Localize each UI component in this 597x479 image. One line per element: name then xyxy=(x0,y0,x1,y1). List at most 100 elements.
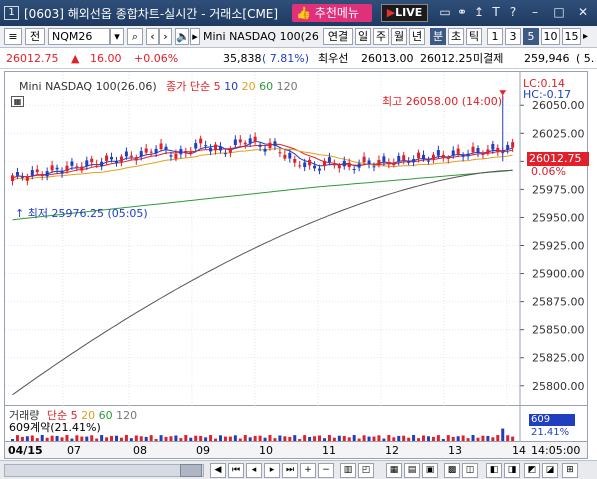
x-label-07: 07 xyxy=(67,444,81,457)
minimize-icon[interactable]: – xyxy=(528,4,542,20)
toolbar-more-icon[interactable]: ▸ xyxy=(583,28,593,45)
candle-body xyxy=(357,163,361,168)
volume-bar xyxy=(476,437,480,441)
fit-icon[interactable]: ◰ xyxy=(358,463,374,478)
high-label: 최고 26058.00 (14:00) xyxy=(382,95,503,108)
volume-bar xyxy=(451,436,455,441)
prev-icon[interactable]: ‹ xyxy=(146,28,159,45)
candle-body xyxy=(159,143,163,150)
period-tick-button[interactable]: 틱 xyxy=(466,28,482,45)
candle-body xyxy=(382,156,386,162)
ma5-line xyxy=(12,140,513,179)
volume-bar xyxy=(387,435,391,441)
prev-page-icon[interactable]: ◂ xyxy=(246,463,262,478)
period-year-button[interactable]: 년 xyxy=(409,28,425,45)
last-page-icon[interactable]: ⏭ xyxy=(282,463,298,478)
first-page-icon[interactable]: ⏮ xyxy=(228,463,244,478)
tool-2-icon[interactable]: ▤ xyxy=(404,463,420,478)
interval-10-button[interactable]: 10 xyxy=(541,28,560,45)
scroll-thumb[interactable] xyxy=(180,464,202,477)
y-tick-label: 25975.00 xyxy=(532,183,585,196)
candle-body xyxy=(332,163,336,166)
period-minute-button[interactable]: 분 xyxy=(430,28,446,45)
price-change-pct: +0.06% xyxy=(134,52,179,65)
candle-body xyxy=(491,143,495,150)
tool-5-icon[interactable]: ◫ xyxy=(462,463,478,478)
tool-6-icon[interactable]: ◧ xyxy=(486,463,502,478)
help-icon[interactable]: ? xyxy=(506,4,520,20)
period-second-button[interactable]: 초 xyxy=(448,28,464,45)
legend-ma60: 60 xyxy=(259,80,274,93)
search-icon[interactable]: ⌕ xyxy=(127,28,143,45)
layout-icon[interactable]: ▥ xyxy=(340,463,356,478)
candle-body xyxy=(352,168,356,170)
candle-body xyxy=(228,148,232,153)
arrow-icon[interactable]: ↥ xyxy=(472,4,486,20)
tool-4-icon[interactable]: ▩ xyxy=(444,463,460,478)
volume-bar xyxy=(55,435,59,441)
live-button[interactable]: ▶LIVE xyxy=(381,4,428,22)
tool-7-icon[interactable]: ◨ xyxy=(504,463,520,478)
volume-bar xyxy=(134,435,138,441)
tool-10-icon[interactable]: ⊞ xyxy=(562,463,578,478)
link-icon[interactable]: ⚭ xyxy=(455,4,469,20)
next-page-icon[interactable]: ▸ xyxy=(264,463,280,478)
period-day-button[interactable]: 일 xyxy=(355,28,371,45)
volume-bar xyxy=(322,438,326,441)
volume-bar xyxy=(20,436,24,441)
jeon-button[interactable]: 전 xyxy=(25,28,45,45)
dropdown-icon[interactable]: ▾ xyxy=(110,28,124,45)
volume-bar xyxy=(511,436,515,441)
x-label-09: 09 xyxy=(196,444,210,457)
zoom-in-icon[interactable]: + xyxy=(300,463,316,478)
volume-bar xyxy=(45,437,49,441)
toolbar-menu-icon[interactable]: ≡ xyxy=(4,28,22,45)
small-arrow-icon[interactable]: ▸ xyxy=(190,28,200,45)
zoom-out-icon[interactable]: − xyxy=(318,463,334,478)
candle-body xyxy=(194,143,198,149)
volume-bar xyxy=(159,435,163,441)
period-week-button[interactable]: 주 xyxy=(373,28,389,45)
volume-bar xyxy=(436,435,440,441)
candle-body xyxy=(481,153,485,155)
speaker-icon[interactable]: 🔈 xyxy=(175,28,190,45)
interval-3-button[interactable]: 3 xyxy=(505,28,521,45)
symbol-input[interactable]: NQM26 xyxy=(48,28,110,45)
font-size-icon[interactable]: T xyxy=(489,4,503,20)
grid-toggle-icon[interactable]: ▦ xyxy=(11,96,24,107)
ma120-line xyxy=(12,169,513,396)
tool-8-icon[interactable]: ◩ xyxy=(524,463,540,478)
interval-1-button[interactable]: 1 xyxy=(487,28,503,45)
candle-body xyxy=(412,159,416,163)
candle-body xyxy=(25,176,29,181)
candle-body xyxy=(318,168,322,171)
next-icon[interactable]: › xyxy=(159,28,172,45)
volume-bar xyxy=(372,436,376,441)
low-label: ↑ 최저 25976.25 (05:05) xyxy=(15,207,148,220)
tool-1-icon[interactable]: ▦ xyxy=(386,463,402,478)
tool-3-icon[interactable]: ▣ xyxy=(422,463,438,478)
maximize-icon[interactable]: □ xyxy=(552,4,566,20)
volume-bar xyxy=(268,435,272,441)
volume-bar xyxy=(90,435,94,441)
volume-bar xyxy=(60,437,64,441)
current-price: 26012.75 xyxy=(6,52,59,65)
price-chart[interactable]: 26050.0026025.0026000.0025975.0025950.00… xyxy=(4,71,589,407)
recommend-menu-button[interactable]: 👍 추천메뉴 xyxy=(292,4,372,22)
period-month-button[interactable]: 월 xyxy=(391,28,407,45)
volume-bar xyxy=(293,435,297,441)
volume-chart[interactable]: 거래량 단순 5 20 60 120 609계약(21.41%) 609 21.… xyxy=(4,406,588,442)
scroll-track[interactable] xyxy=(4,464,204,477)
scroll-left-icon[interactable]: ◀ xyxy=(210,463,226,478)
candle-body xyxy=(441,154,445,159)
close-icon[interactable]: ✕ xyxy=(576,4,590,20)
candle-body xyxy=(209,147,213,152)
copy-icon[interactable]: ▭ xyxy=(438,4,452,20)
volume-bar xyxy=(496,435,500,441)
volume-bar xyxy=(85,436,89,441)
tool-9-icon[interactable]: ◪ xyxy=(542,463,558,478)
interval-15-button[interactable]: 15 xyxy=(562,28,581,45)
interval-5-button[interactable]: 5 xyxy=(523,28,539,45)
linked-button[interactable]: 연결 xyxy=(323,28,353,45)
volume-bar xyxy=(223,436,227,441)
